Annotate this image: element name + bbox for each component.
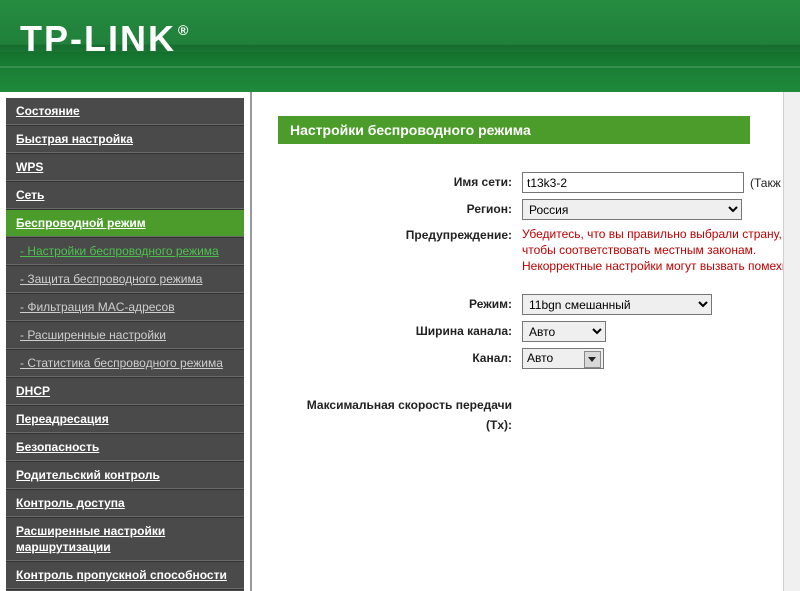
brand-logo: TP-LINK® <box>20 18 188 60</box>
txrate-label: Максимальная скорость передачи (Tx): <box>278 395 522 435</box>
ssid-input[interactable] <box>522 172 744 193</box>
scrollbar[interactable] <box>783 92 800 591</box>
brand-text: TP-LINK <box>20 18 176 59</box>
sidebar-item[interactable]: Переадресация <box>6 405 244 433</box>
sidebar-item[interactable]: DHCP <box>6 377 244 405</box>
registered-icon: ® <box>178 22 190 38</box>
sidebar-subitem[interactable]: - Фильтрация MAC-адресов <box>6 293 244 321</box>
mode-select[interactable]: 11bgn смешанный <box>522 294 712 315</box>
sidebar-subitem[interactable]: - Настройки беспроводного режима <box>6 237 244 265</box>
sidebar-item[interactable]: Расширенные настройки маршрутизации <box>6 517 244 561</box>
sidebar-item[interactable]: Контроль пропускной способности <box>6 561 244 589</box>
region-label: Регион: <box>278 199 522 219</box>
sidebar-item[interactable]: Контроль доступа <box>6 489 244 517</box>
region-select[interactable]: Россия <box>522 199 742 220</box>
sidebar-subitem[interactable]: - Расширенные настройки <box>6 321 244 349</box>
warning-text: Убедитесь, что вы правильно выбрали стра… <box>522 226 800 274</box>
sidebar-item[interactable]: Сеть <box>6 181 244 209</box>
channel-select[interactable]: Авто <box>522 348 604 369</box>
chevron-down-icon <box>584 351 601 368</box>
sidebar-item[interactable]: Быстрая настройка <box>6 125 244 153</box>
sidebar: СостояниеБыстрая настройкаWPSСетьБеспров… <box>0 92 250 591</box>
sidebar-item[interactable]: Состояние <box>6 98 244 125</box>
channel-label: Канал: <box>278 348 522 368</box>
ssid-tail-text: (Такж <box>750 176 781 190</box>
page-title: Настройки беспроводного режима <box>278 116 750 144</box>
banner-divider <box>0 66 800 68</box>
sidebar-item[interactable]: Родительский контроль <box>6 461 244 489</box>
ssid-label: Имя сети: <box>278 172 522 192</box>
sidebar-subitem[interactable]: - Статистика беспроводного режима <box>6 349 244 377</box>
sidebar-item[interactable]: Беспроводной режим <box>6 209 244 237</box>
sidebar-item[interactable]: Безопасность <box>6 433 244 461</box>
channel-select-value: Авто <box>527 351 553 365</box>
sidebar-subitem[interactable]: - Защита беспроводного режима <box>6 265 244 293</box>
warning-label: Предупреждение: <box>278 226 522 242</box>
channel-width-label: Ширина канала: <box>278 321 522 341</box>
top-banner: TP-LINK® <box>0 0 800 92</box>
channel-width-select[interactable]: Авто <box>522 321 606 342</box>
content-area: Настройки беспроводного режима Имя сети:… <box>252 92 800 591</box>
sidebar-item[interactable]: WPS <box>6 153 244 181</box>
mode-label: Режим: <box>278 294 522 314</box>
